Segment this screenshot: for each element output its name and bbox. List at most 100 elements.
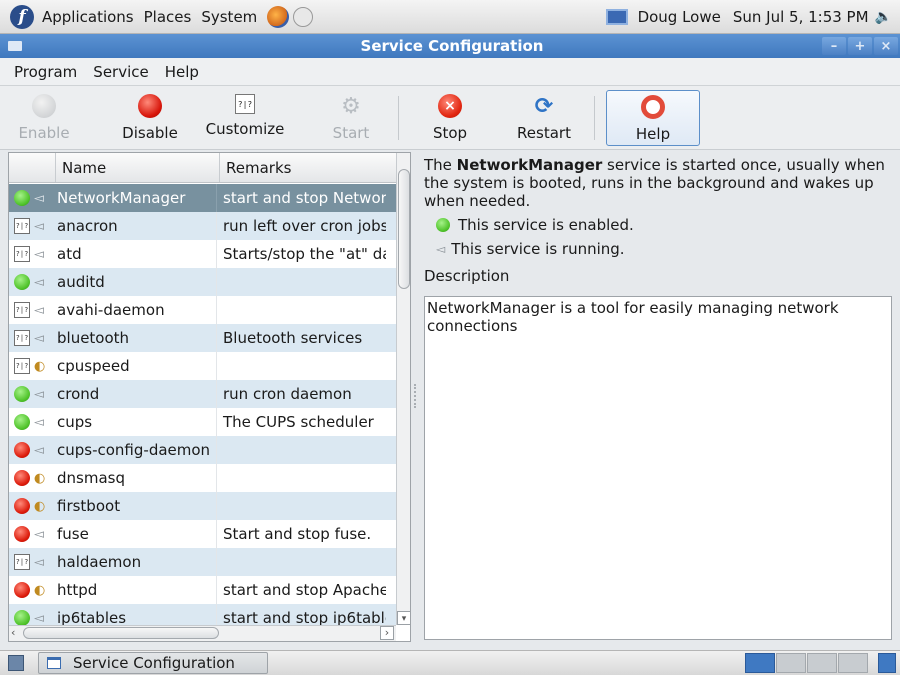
service-list[interactable]: Name Remarks ◅ NetworkManager start and st… bbox=[8, 152, 411, 642]
table-row[interactable]: ◐ httpd start and stop Apache bbox=[9, 576, 396, 604]
network-status-icon[interactable] bbox=[605, 8, 628, 25]
start-button[interactable]: ⚙ Start bbox=[326, 90, 376, 146]
row-name: crond bbox=[57, 385, 100, 403]
service-details: The NetworkManager service is started on… bbox=[424, 156, 892, 285]
xinetd-plug-icon: ◐ bbox=[34, 498, 46, 514]
stop-button[interactable]: × Stop bbox=[428, 90, 472, 146]
column-header-name[interactable]: Name bbox=[56, 153, 220, 182]
row-remarks bbox=[216, 268, 386, 296]
menu-help[interactable]: Help bbox=[165, 63, 199, 81]
table-row[interactable]: ◅ NetworkManager start and stop Networ bbox=[9, 184, 396, 212]
splitter-grip[interactable] bbox=[414, 384, 416, 408]
table-row[interactable]: ?|? ◅ anacron run left over cron jobs bbox=[9, 212, 396, 240]
table-row[interactable]: ◐ firstboot bbox=[9, 492, 396, 520]
customize-button[interactable]: ?|? Customize bbox=[202, 90, 288, 146]
summary-service-name: NetworkManager bbox=[456, 156, 603, 174]
row-remarks: Starts/stop the "at" da bbox=[216, 240, 386, 268]
table-row[interactable]: ◅ crond run cron daemon bbox=[9, 380, 396, 408]
applications-menu[interactable]: Applications bbox=[42, 8, 134, 26]
help-button[interactable]: Help bbox=[606, 90, 700, 146]
top-panel: f Applications Places System Doug Lowe S… bbox=[0, 0, 900, 34]
row-remarks: start and stop Networ bbox=[216, 184, 386, 212]
restart-label: Restart bbox=[517, 124, 571, 142]
vertical-scrollbar[interactable]: ▾ bbox=[396, 153, 410, 625]
scroll-right-arrow-icon[interactable]: › bbox=[380, 626, 394, 640]
disable-icon bbox=[138, 94, 162, 118]
table-row[interactable]: ◅ cups The CUPS scheduler bbox=[9, 408, 396, 436]
vertical-scroll-thumb[interactable] bbox=[398, 169, 410, 289]
service-plug-icon: ◅ bbox=[34, 218, 44, 234]
row-remarks bbox=[216, 352, 386, 380]
workspace-4[interactable] bbox=[838, 653, 868, 673]
horizontal-scrollbar[interactable]: ‹ › bbox=[9, 625, 396, 641]
column-header-status[interactable] bbox=[9, 153, 56, 182]
table-row[interactable]: ◅ cups-config-daemon bbox=[9, 436, 396, 464]
row-name: bluetooth bbox=[57, 329, 130, 347]
service-plug-icon: ◅ bbox=[34, 274, 44, 290]
table-row[interactable]: ?|? ◅ avahi-daemon bbox=[9, 296, 396, 324]
table-row[interactable]: ?|? ◐ cpuspeed bbox=[9, 352, 396, 380]
minimize-button[interactable]: – bbox=[822, 37, 846, 55]
service-plug-icon: ◅ bbox=[34, 190, 44, 206]
close-button[interactable]: × bbox=[874, 37, 898, 55]
xinetd-plug-icon: ◐ bbox=[34, 470, 46, 486]
customized-status-icon: ?|? bbox=[14, 246, 30, 262]
taskbar-window-button[interactable]: Service Configuration bbox=[38, 652, 268, 674]
menu-service[interactable]: Service bbox=[93, 63, 148, 81]
mail-launcher-icon[interactable] bbox=[293, 6, 314, 27]
disable-button[interactable]: Disable bbox=[118, 90, 182, 146]
workspace-2[interactable] bbox=[776, 653, 806, 673]
volume-icon[interactable]: 🔈 bbox=[875, 9, 892, 25]
maximize-button[interactable]: + bbox=[848, 37, 872, 55]
places-menu[interactable]: Places bbox=[144, 8, 192, 26]
scroll-left-arrow-icon[interactable]: ‹ bbox=[11, 626, 15, 639]
customize-label: Customize bbox=[205, 120, 285, 138]
service-plug-icon: ◅ bbox=[34, 610, 44, 626]
pane-splitter[interactable] bbox=[412, 152, 418, 642]
enable-label: Enable bbox=[18, 124, 70, 142]
enabled-icon bbox=[436, 218, 450, 232]
stop-icon: × bbox=[438, 94, 462, 118]
horizontal-scroll-thumb[interactable] bbox=[23, 627, 219, 639]
table-row[interactable]: ?|? ◅ bluetooth Bluetooth services bbox=[9, 324, 396, 352]
row-remarks: The CUPS scheduler bbox=[216, 408, 386, 436]
row-name: anacron bbox=[57, 217, 118, 235]
workspace-3[interactable] bbox=[807, 653, 837, 673]
fedora-logo-icon[interactable]: f bbox=[10, 4, 34, 29]
running-status: ◅ This service is running. bbox=[436, 240, 892, 258]
restart-icon: ⟳ bbox=[534, 93, 554, 119]
enable-button[interactable]: Enable bbox=[18, 90, 70, 146]
toolbar-separator bbox=[398, 96, 399, 140]
table-row[interactable]: ?|? ◅ atd Starts/stop the "at" da bbox=[9, 240, 396, 268]
row-remarks: Start and stop fuse. bbox=[216, 520, 386, 548]
show-desktop-icon[interactable] bbox=[8, 655, 24, 671]
scroll-up-arrow-icon[interactable] bbox=[397, 153, 410, 167]
workspace-1[interactable] bbox=[745, 653, 775, 673]
table-row[interactable]: ◅ auditd bbox=[9, 268, 396, 296]
window-titlebar[interactable]: Service Configuration – + × bbox=[0, 34, 900, 58]
row-remarks: run left over cron jobs bbox=[216, 212, 386, 240]
scroll-down-arrow-icon[interactable]: ▾ bbox=[397, 611, 410, 625]
menubar: Program Service Help bbox=[0, 58, 900, 86]
system-menu[interactable]: System bbox=[201, 8, 257, 26]
workspace-switcher[interactable] bbox=[744, 653, 868, 673]
service-plug-icon: ◅ bbox=[34, 386, 44, 402]
restart-button[interactable]: ⟳ Restart bbox=[512, 90, 576, 146]
running-text: This service is running. bbox=[451, 240, 625, 258]
menu-program[interactable]: Program bbox=[14, 63, 77, 81]
table-row[interactable]: ◅ fuse Start and stop fuse. bbox=[9, 520, 396, 548]
description-box[interactable]: NetworkManager is a tool for easily mana… bbox=[424, 296, 892, 640]
firefox-launcher-icon[interactable] bbox=[267, 5, 290, 28]
table-row[interactable]: ?|? ◅ haldaemon bbox=[9, 548, 396, 576]
row-remarks bbox=[216, 548, 386, 576]
window-menu-icon[interactable] bbox=[8, 41, 22, 51]
trash-icon[interactable] bbox=[878, 653, 896, 673]
xinetd-plug-icon: ◐ bbox=[34, 582, 46, 598]
row-name: fuse bbox=[57, 525, 89, 543]
clock[interactable]: Sun Jul 5, 1:53 PM bbox=[733, 8, 869, 26]
enabled-status-icon bbox=[14, 274, 30, 290]
row-remarks: Bluetooth services bbox=[216, 324, 386, 352]
table-row[interactable]: ◐ dnsmasq bbox=[9, 464, 396, 492]
user-name[interactable]: Doug Lowe bbox=[638, 8, 721, 26]
column-header-remarks[interactable]: Remarks bbox=[220, 159, 396, 177]
